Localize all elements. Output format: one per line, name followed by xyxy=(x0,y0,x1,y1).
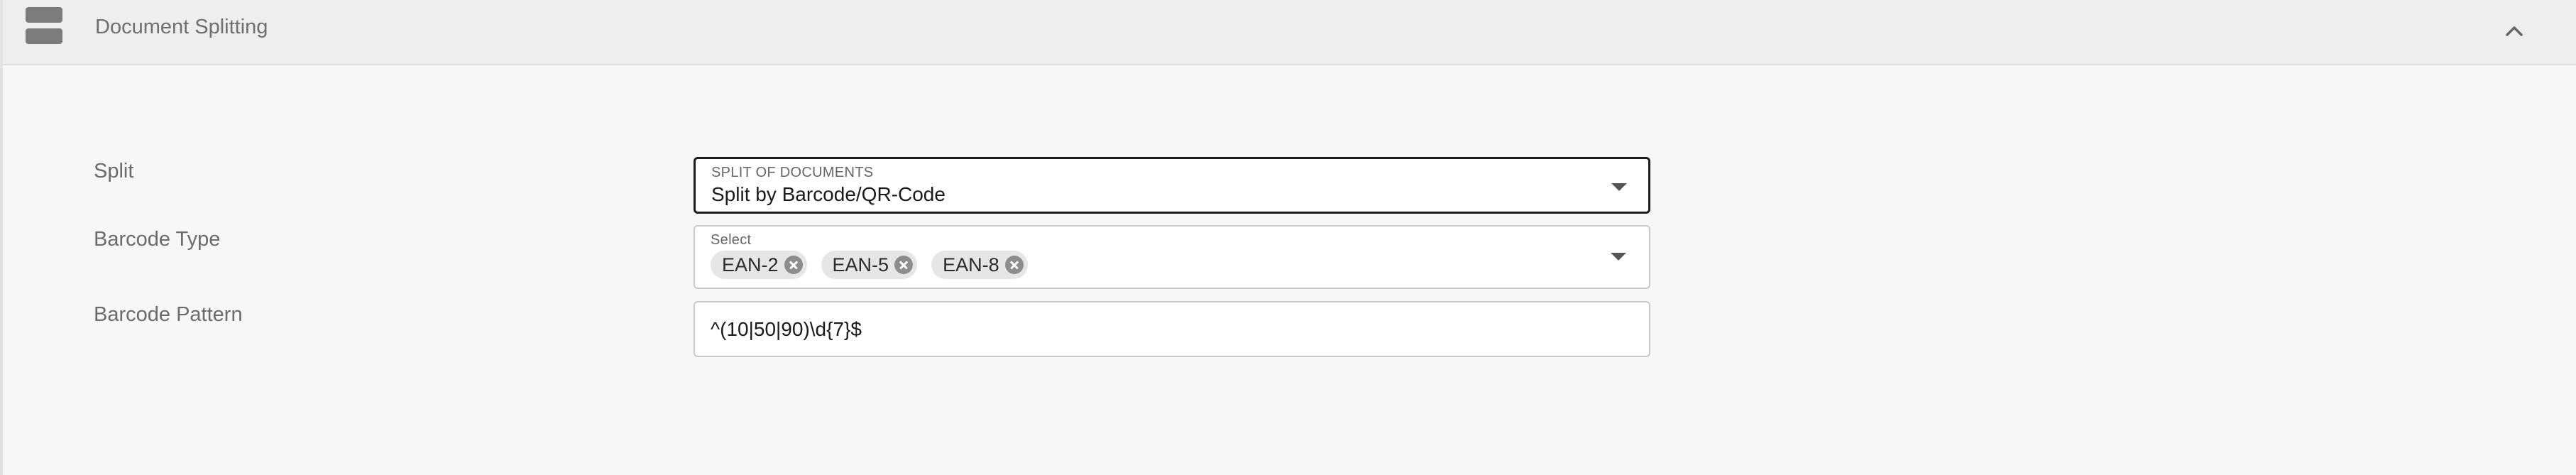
split-select[interactable]: SPLIT OF DOCUMENTS Split by Barcode/QR-C… xyxy=(694,157,1650,214)
dropdown-arrow-icon[interactable] xyxy=(1611,253,1626,261)
barcode-pattern-value[interactable]: ^(10|50|90)\d{7}$ xyxy=(711,318,862,341)
chip-label: EAN-8 xyxy=(943,253,999,275)
chip-ean-2: EAN-2 xyxy=(711,251,807,279)
chevron-up-icon xyxy=(2506,26,2523,36)
chip-ean-8: EAN-8 xyxy=(931,251,1028,279)
panel-title: Document Splitting xyxy=(95,16,268,38)
barcode-pattern-input[interactable]: ^(10|50|90)\d{7}$ xyxy=(694,301,1650,357)
dropdown-arrow-icon[interactable] xyxy=(1611,183,1627,191)
chip-ean-5: EAN-5 xyxy=(821,251,918,279)
barcode-type-caption: Select xyxy=(711,232,752,248)
split-caption: SPLIT OF DOCUMENTS xyxy=(711,165,874,180)
remove-chip-icon[interactable] xyxy=(784,256,803,274)
remove-chip-icon[interactable] xyxy=(1004,256,1024,274)
barcode-pattern-label: Barcode Pattern xyxy=(94,303,243,326)
barcode-type-label: Barcode Type xyxy=(94,228,221,251)
document-splitting-panel: Document Splitting Split SPLIT OF DOCUME… xyxy=(0,0,2576,475)
panel-section-icon xyxy=(26,7,62,45)
remove-chip-icon[interactable] xyxy=(894,256,914,274)
collapse-button[interactable] xyxy=(2499,16,2530,47)
split-label: Split xyxy=(94,160,134,182)
chip-label: EAN-2 xyxy=(722,253,779,275)
chip-label: EAN-5 xyxy=(832,253,889,275)
barcode-type-chips: EAN-2 EAN-5 EAN-8 xyxy=(711,251,1028,279)
split-value: Split by Barcode/QR-Code xyxy=(711,183,946,205)
panel-header[interactable]: Document Splitting xyxy=(3,0,2576,65)
barcode-type-select[interactable]: Select EAN-2 EAN-5 EAN-8 xyxy=(694,225,1650,289)
